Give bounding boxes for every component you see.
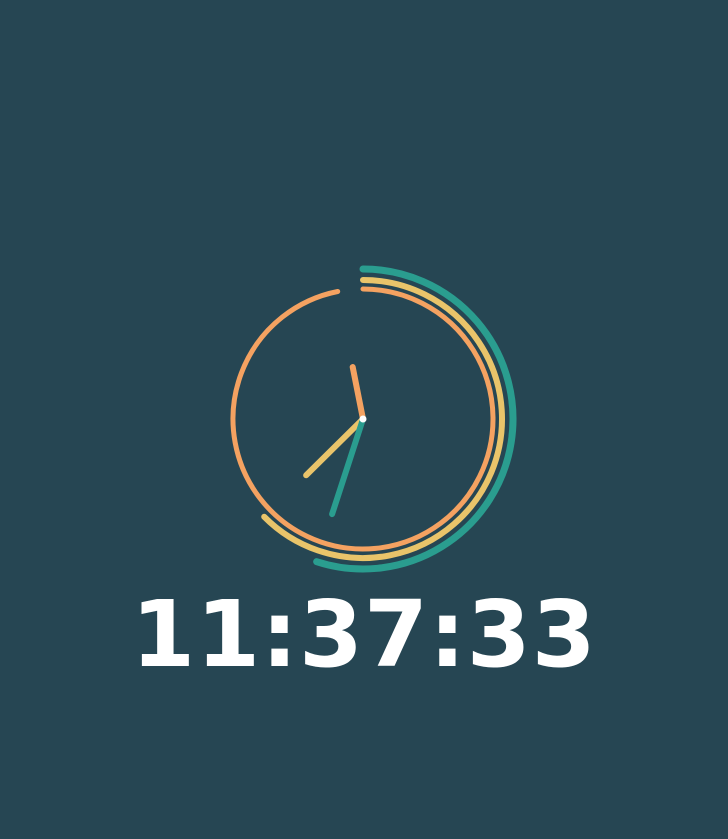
minute-progress-arc <box>261 277 505 561</box>
digital-time: 11:37:33 <box>131 581 597 688</box>
second-progress-arc <box>313 265 517 573</box>
analog-clock <box>230 265 517 573</box>
center-dot <box>359 415 367 423</box>
hour-hand <box>349 364 366 422</box>
